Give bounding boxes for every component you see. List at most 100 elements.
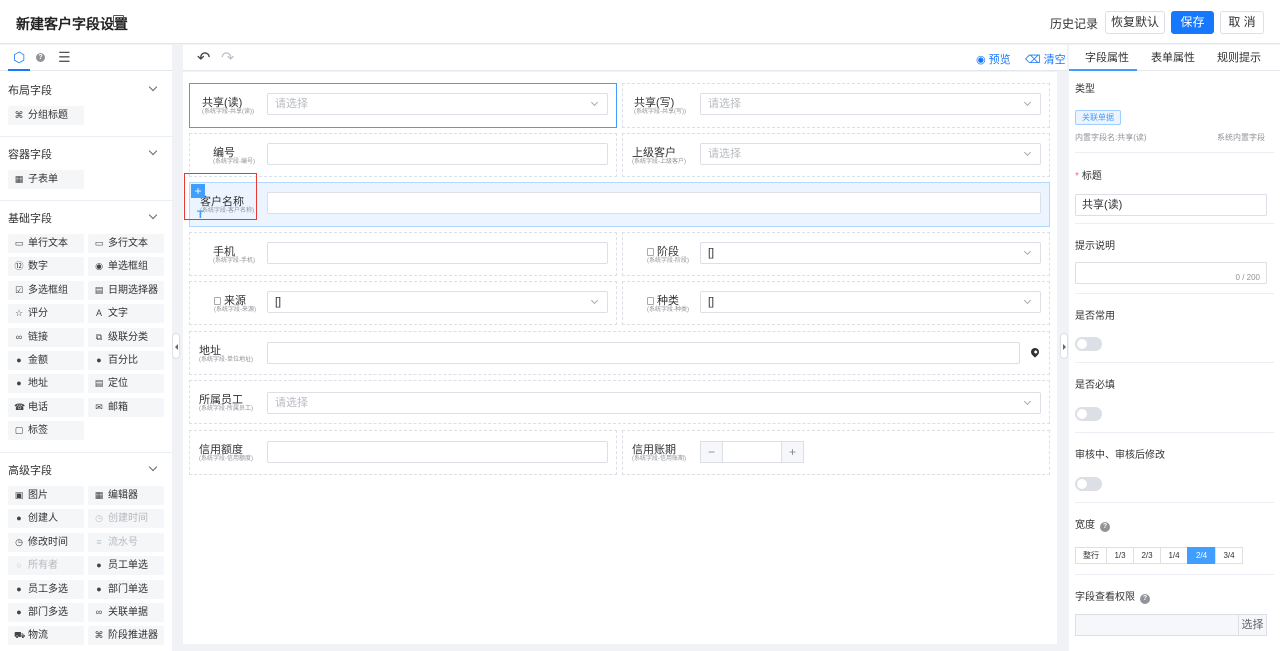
palette-item[interactable]: ◷ 修改时间 xyxy=(8,532,84,552)
palette-item[interactable]: ● 员工多选 xyxy=(8,579,84,599)
palette-group-title[interactable]: 基础字段 xyxy=(8,210,52,226)
undo-icon[interactable]: ↶ xyxy=(197,48,210,68)
layout-icon[interactable] xyxy=(113,15,124,27)
palette-item[interactable]: ⑫ 数字 xyxy=(8,257,84,277)
palette-group-title[interactable]: 布局字段 xyxy=(8,82,52,98)
help-icon[interactable]: ? xyxy=(36,51,45,62)
credit-limit-input[interactable] xyxy=(267,441,608,463)
preview-button[interactable]: ◉ 预览 xyxy=(976,51,1011,67)
palette-group-title[interactable]: 高级字段 xyxy=(8,462,52,478)
audit-edit-toggle[interactable] xyxy=(1075,477,1102,491)
tab-field-props[interactable]: 字段属性 xyxy=(1085,49,1129,65)
palette-item[interactable]: ▭ 单行文本 xyxy=(8,234,84,253)
width-option[interactable]: 3/4 xyxy=(1215,547,1243,564)
palette-item[interactable]: ∞ 链接 xyxy=(8,327,84,347)
palette-item[interactable]: ▦ 子表单 xyxy=(8,170,84,189)
field-address[interactable]: 地址 (系统字段-单位地址) xyxy=(189,331,1050,375)
hint-input[interactable]: 0 / 200 xyxy=(1075,262,1267,284)
field-owner-employee[interactable]: 所属员工 (系统字段-所属员工) 请选择 xyxy=(189,380,1050,424)
source-select[interactable]: [] xyxy=(267,291,608,313)
palette-item[interactable]: ☎ 电话 xyxy=(8,397,84,417)
palette-item[interactable]: ● 百分比 xyxy=(88,351,164,370)
field-credit-period[interactable]: 信用账期 (系统字段-信用账期) − + xyxy=(622,430,1050,475)
chevron-down-icon[interactable] xyxy=(148,82,158,92)
field-shared-write[interactable]: 共享(写) (系统字段-共享(写)) 请选择 xyxy=(622,83,1050,128)
palette-item[interactable]: A 文字 xyxy=(88,304,164,324)
palette-item[interactable]: ▣ 图片 xyxy=(8,486,84,505)
palette-item[interactable]: ● 创建人 xyxy=(8,509,84,529)
tree-icon[interactable]: ☰ xyxy=(58,49,71,66)
tab-form-props[interactable]: 表单属性 xyxy=(1151,49,1195,65)
palette-item[interactable]: ⌘ 阶段推进器 xyxy=(88,626,164,646)
field-credit-limit[interactable]: 信用额度 (系统字段-信用额度) xyxy=(189,430,617,475)
number-input[interactable] xyxy=(267,143,608,165)
palette-item[interactable]: ▤ 日期选择器 xyxy=(88,280,164,300)
owner-employee-select[interactable]: 请选择 xyxy=(267,392,1041,414)
view-permission-input[interactable] xyxy=(1075,614,1239,636)
width-option[interactable]: 整行 xyxy=(1075,547,1107,564)
common-toggle[interactable] xyxy=(1075,337,1102,351)
palette-item[interactable]: ● 员工单选 xyxy=(88,556,164,576)
palette-item[interactable]: ▢ 标签 xyxy=(8,421,84,441)
collapse-right-handle[interactable] xyxy=(1060,333,1068,359)
stage-select[interactable]: [] xyxy=(700,242,1041,264)
field-source[interactable]: 来源 (系统字段-来源) [] xyxy=(189,281,617,325)
palette-item[interactable]: ⛟ 物流 xyxy=(8,626,84,646)
address-input[interactable] xyxy=(267,342,1020,364)
chevron-down-icon[interactable] xyxy=(148,462,158,472)
palette-item[interactable]: ☑ 多选框组 xyxy=(8,280,84,300)
palette-item[interactable]: ● 金额 xyxy=(8,351,84,370)
mobile-input[interactable] xyxy=(267,242,608,264)
save-button[interactable]: 保存 xyxy=(1171,11,1214,34)
help-icon[interactable]: ? xyxy=(1100,522,1110,532)
cube-icon[interactable]: ⬡ xyxy=(13,49,25,66)
palette-item[interactable]: ▦ 编辑器 xyxy=(88,486,164,505)
stepper-minus-button[interactable]: − xyxy=(700,441,723,463)
palette-item[interactable]: ◉ 单选框组 xyxy=(88,257,164,277)
width-option[interactable]: 1/3 xyxy=(1106,547,1134,564)
palette-item[interactable]: ∞ 关联单据 xyxy=(88,603,164,622)
tab-rule-hints[interactable]: 规则提示 xyxy=(1217,49,1261,65)
map-pin-icon[interactable] xyxy=(1029,346,1041,358)
stepper-plus-button[interactable]: + xyxy=(781,441,804,463)
history-link[interactable]: 历史记录 xyxy=(1050,15,1098,32)
customer-name-input[interactable] xyxy=(267,192,1041,214)
required-toggle[interactable] xyxy=(1075,407,1102,421)
palette-item[interactable]: ● 部门多选 xyxy=(8,603,84,622)
palette-item[interactable]: ✉ 邮箱 xyxy=(88,397,164,417)
clear-button[interactable]: ⌫ 清空 xyxy=(1025,51,1066,67)
shared-write-select[interactable]: 请选择 xyxy=(700,93,1041,115)
restore-default-button[interactable]: 恢复默认 xyxy=(1105,11,1165,34)
field-category[interactable]: 种类 (系统字段-种类) [] xyxy=(622,281,1050,325)
category-select[interactable]: [] xyxy=(700,291,1041,313)
palette-item[interactable]: ● 部门单选 xyxy=(88,579,164,599)
chevron-down-icon[interactable] xyxy=(148,146,158,156)
field-shared-read[interactable]: 共享(读) (系统字段-共享(读)) 请选择 xyxy=(189,83,617,128)
palette-item[interactable]: ⧉ 级联分类 xyxy=(88,327,164,347)
stage-icon: ⌘ xyxy=(94,630,104,641)
redo-icon[interactable]: ↷ xyxy=(221,48,234,68)
palette-item[interactable]: ☆ 评分 xyxy=(8,304,84,324)
title-input[interactable]: 共享(读) xyxy=(1075,194,1267,216)
palette-item[interactable]: ● 地址 xyxy=(8,374,84,394)
collapse-left-handle[interactable] xyxy=(172,333,180,359)
credit-period-input[interactable] xyxy=(723,441,781,463)
width-option[interactable]: 2/3 xyxy=(1133,547,1161,564)
width-option[interactable]: 1/4 xyxy=(1160,547,1188,564)
shared-read-select[interactable]: 请选择 xyxy=(267,93,608,115)
palette-group-title[interactable]: 容器字段 xyxy=(8,146,52,162)
palette-item[interactable]: ▭ 多行文本 xyxy=(88,234,164,253)
field-stage[interactable]: 阶段 (系统字段-阶段) [] xyxy=(622,232,1050,276)
select-permission-button[interactable]: 选择 xyxy=(1238,614,1267,636)
help-icon[interactable]: ? xyxy=(1140,594,1150,604)
field-mobile[interactable]: 手机 (系统字段-手机) xyxy=(189,232,617,276)
field-number[interactable]: 编号 (系统字段-编号) xyxy=(189,133,617,177)
parent-customer-select[interactable]: 请选择 xyxy=(700,143,1041,165)
field-customer-name[interactable]: 客户名称 (系统字段-客户名称) xyxy=(189,182,1050,227)
cancel-button[interactable]: 取 消 xyxy=(1220,11,1264,34)
chevron-down-icon[interactable] xyxy=(148,210,158,220)
width-option[interactable]: 2/4 xyxy=(1187,547,1216,564)
palette-item[interactable]: ⌘ 分组标题 xyxy=(8,106,84,125)
palette-item[interactable]: ▤ 定位 xyxy=(88,374,164,394)
field-parent-customer[interactable]: 上级客户 (系统字段-上级客户) 请选择 xyxy=(622,133,1050,177)
